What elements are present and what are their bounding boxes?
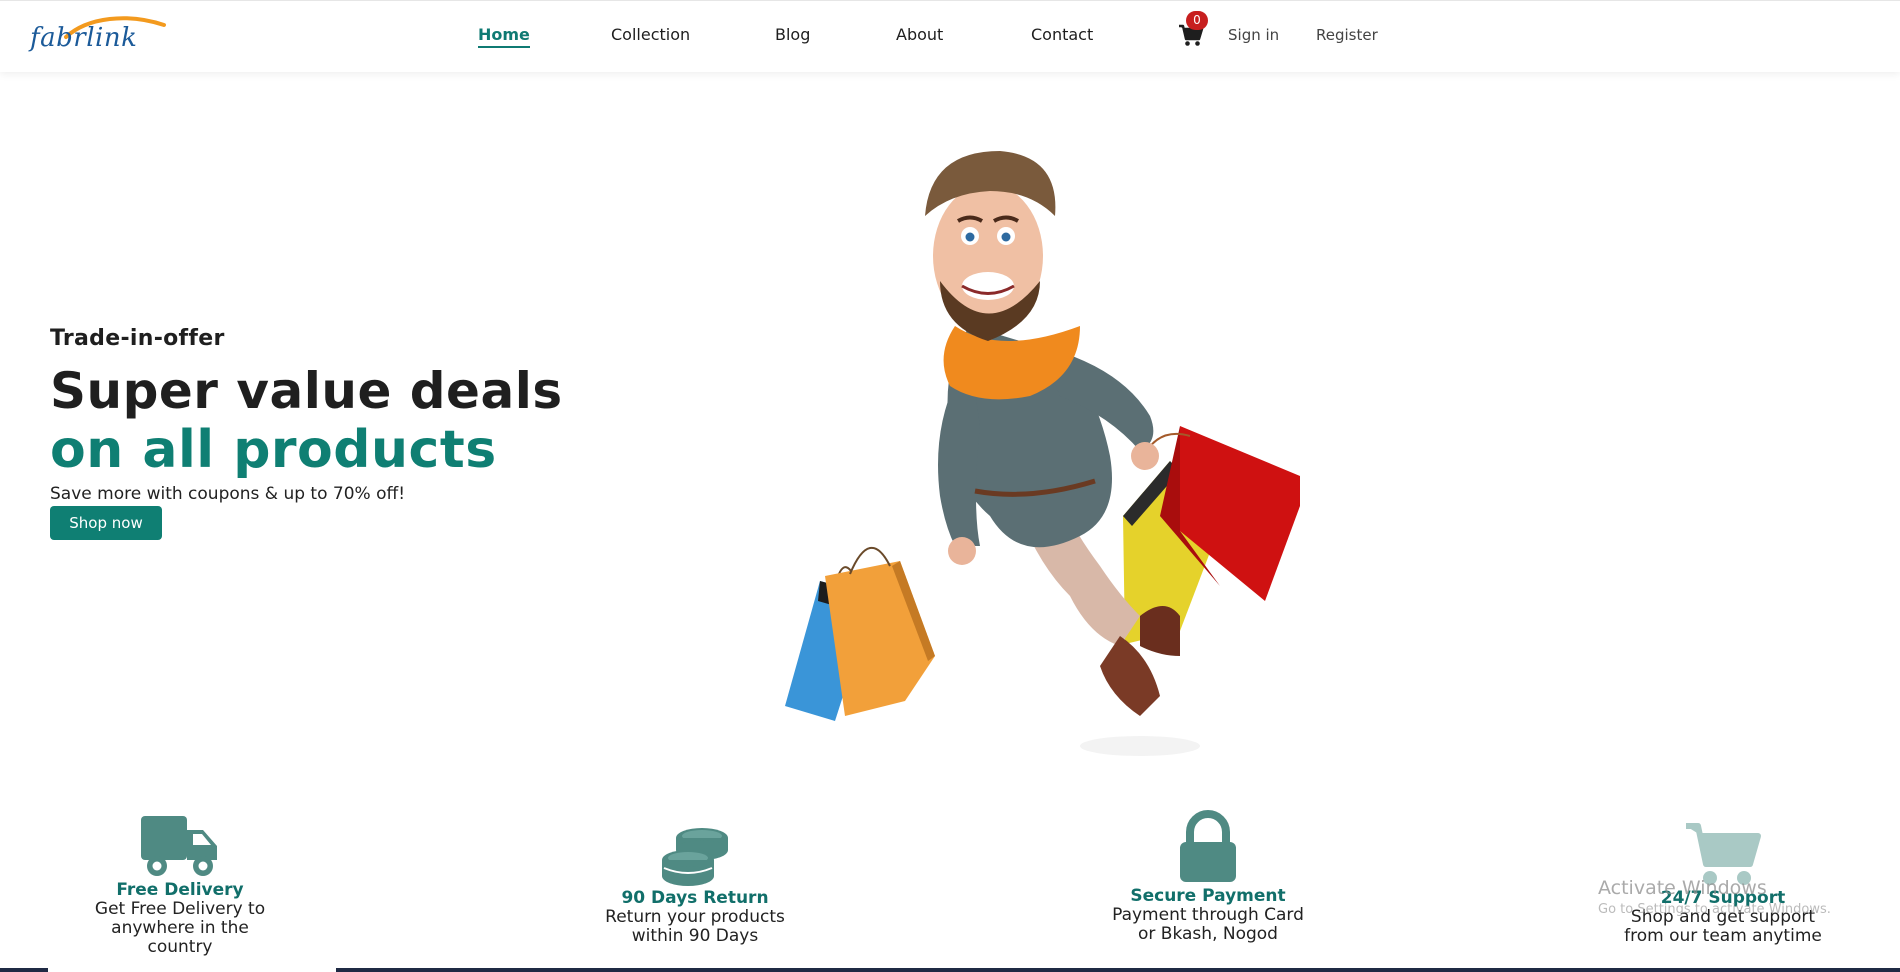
cart-count-badge: 0 [1186,11,1208,30]
nav-collection[interactable]: Collection [611,25,690,44]
shop-now-button[interactable]: Shop now [50,506,162,540]
feature-title: 90 Days Return [621,888,769,908]
sign-in-link[interactable]: Sign in [1228,26,1279,44]
feature-title: Free Delivery [116,880,244,900]
orange-shopping-bag [825,546,935,716]
hero-eyebrow: Trade-in-offer [50,326,225,351]
activate-windows-subtitle: Go to Settings to activate Windows. [1598,902,1831,917]
feature-description: Payment through Card or Bkash, Nogod [1112,905,1304,944]
nav-blog[interactable]: Blog [775,25,810,44]
nav-home[interactable]: Home [478,25,530,48]
taskbar-highlight [48,968,336,972]
hero-title-line1: Super value deals [50,362,563,420]
feature-title: Secure Payment [1130,886,1286,906]
feature-free-delivery: Free Delivery Get Free Delivery to anywh… [90,812,270,957]
feature-secure-payment: Secure Payment Payment through Card or B… [1108,810,1308,944]
nav-about[interactable]: About [896,25,943,44]
logo-text: fabrlink [30,23,138,53]
nav-contact[interactable]: Contact [1031,25,1093,44]
feature-description: Get Free Delivery to anywhere in the cou… [94,899,266,957]
lock-icon [1180,810,1236,882]
hero-subtitle: Save more with coupons & up to 70% off! [50,484,406,504]
fabrlink-logo[interactable]: fabrlink [28,11,166,55]
site-header: fabrlink Home Collection Blog About Cont… [0,0,1900,72]
hero-title-line2: on all products [50,420,497,480]
feature-description: Return your products within 90 Days [605,907,785,946]
truck-icon [141,816,217,876]
hero-illustration [785,151,1300,756]
coins-icon [662,828,728,886]
register-link[interactable]: Register [1316,26,1378,44]
feature-90-days-return: 90 Days Return Return your products with… [600,824,790,946]
activate-windows-watermark: Activate Windows [1598,877,1767,899]
